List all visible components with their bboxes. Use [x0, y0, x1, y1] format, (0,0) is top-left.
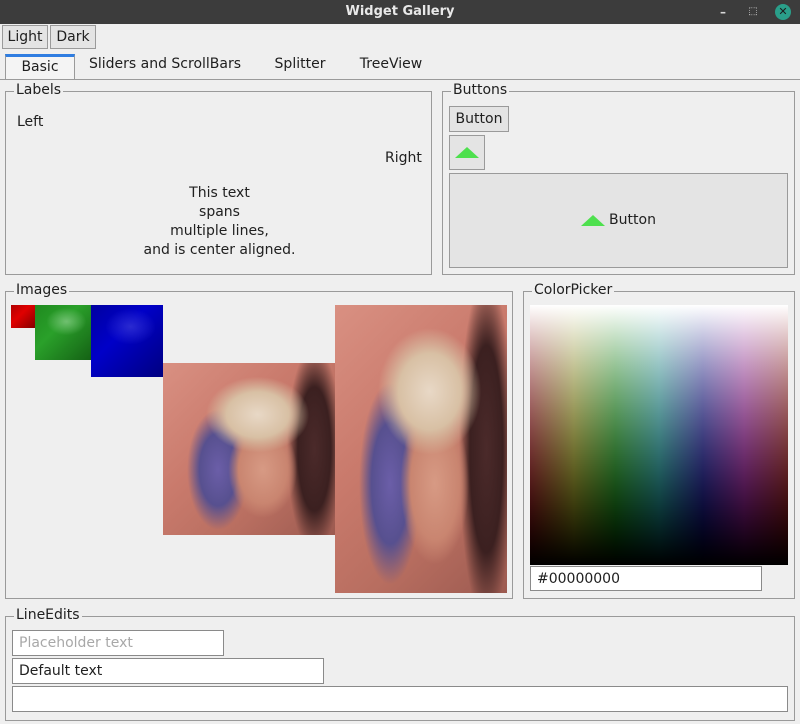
multiline-line: spans [199, 204, 240, 220]
tab-basic[interactable]: Basic [5, 54, 75, 80]
window-title: Widget Gallery [345, 4, 455, 19]
maximize-icon[interactable]: ⬚ [745, 4, 761, 20]
arrow-up-icon [581, 214, 606, 226]
colorpicker-group-title: ColorPicker [532, 282, 615, 298]
tab-splitter[interactable]: Splitter [262, 54, 338, 80]
left-label: Left [17, 114, 44, 130]
multiline-line: and is center aligned. [143, 242, 296, 258]
images-group-title: Images [14, 282, 70, 298]
blue-channel-image [91, 305, 163, 377]
dark-theme-button[interactable]: Dark [50, 25, 96, 49]
empty-input[interactable] [12, 686, 788, 712]
multiline-line: This text [189, 185, 250, 201]
title-bar: Widget Gallery – ⬚ ✕ [0, 0, 800, 24]
light-theme-button[interactable]: Light [2, 25, 48, 49]
minimize-icon[interactable]: – [715, 4, 731, 20]
center-multiline-label: This text spans multiple lines, and is c… [6, 184, 433, 260]
tab-bar: Basic Sliders and ScrollBars Splitter Tr… [0, 50, 800, 80]
color-hex-input[interactable]: #00000000 [530, 566, 762, 591]
portrait-image-medium [163, 363, 335, 535]
labels-group-title: Labels [14, 82, 64, 98]
arrow-up-icon [455, 147, 479, 158]
icon-text-button[interactable]: Button [449, 173, 788, 268]
tab-divider [0, 79, 800, 80]
tab-sliders-scrollbars[interactable]: Sliders and ScrollBars [80, 54, 250, 80]
portrait-image-large [335, 305, 507, 593]
buttons-group-title: Buttons [451, 82, 510, 98]
lineedits-group-title: LineEdits [14, 607, 82, 623]
close-icon[interactable]: ✕ [775, 4, 791, 20]
color-spectrum-field[interactable] [530, 305, 788, 565]
icon-button[interactable] [449, 135, 485, 170]
default-text-input[interactable]: Default text [12, 658, 324, 684]
right-label: Right [385, 150, 422, 166]
placeholder-input[interactable]: Placeholder text [12, 630, 224, 656]
green-channel-image [35, 305, 92, 360]
icon-text-button-label: Button [609, 212, 656, 228]
red-channel-image [11, 305, 36, 328]
tab-treeview[interactable]: TreeView [350, 54, 432, 80]
text-button[interactable]: Button [449, 106, 509, 132]
multiline-line: multiple lines, [170, 223, 269, 239]
labels-group: Labels Left Right This text spans multip… [5, 82, 433, 275]
